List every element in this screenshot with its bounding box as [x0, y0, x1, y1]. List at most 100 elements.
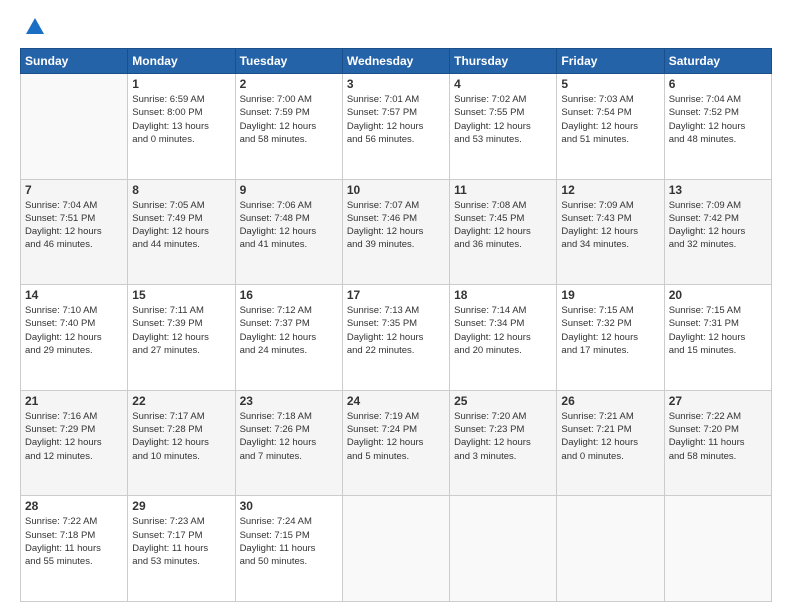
calendar-cell: 25 Sunrise: 7:20 AMSunset: 7:23 PMDayligh…	[450, 390, 557, 496]
day-number: 20	[669, 288, 767, 302]
day-number: 3	[347, 77, 445, 91]
calendar-cell: 3 Sunrise: 7:01 AMSunset: 7:57 PMDaylight…	[342, 74, 449, 180]
day-info: Sunrise: 7:24 AMSunset: 7:15 PMDaylight:…	[240, 515, 338, 568]
logo	[20, 16, 46, 38]
calendar-cell: 7 Sunrise: 7:04 AMSunset: 7:51 PMDaylight…	[21, 179, 128, 285]
calendar-cell: 10 Sunrise: 7:07 AMSunset: 7:46 PMDayligh…	[342, 179, 449, 285]
day-number: 28	[25, 499, 123, 513]
calendar-cell: 13Sunrise: 7:09 AMSunset: 7:42 PMDayligh…	[664, 179, 771, 285]
calendar-cell: 20Sunrise: 7:15 AMSunset: 7:31 PMDayligh…	[664, 285, 771, 391]
calendar-cell: 27 Sunrise: 7:22 AMSunset: 7:20 PMDayligh…	[664, 390, 771, 496]
day-info: Sunrise: 7:17 AMSunset: 7:28 PMDaylight:…	[132, 410, 230, 463]
calendar-cell	[342, 496, 449, 602]
day-number: 8	[132, 183, 230, 197]
day-info: Sunrise: 7:06 AMSunset: 7:48 PMDaylight:…	[240, 199, 338, 252]
page: SundayMondayTuesdayWednesdayThursdayFrid…	[0, 0, 792, 612]
calendar-header: SundayMondayTuesdayWednesdayThursdayFrid…	[21, 49, 772, 74]
calendar-cell: 17 Sunrise: 7:13 AMSunset: 7:35 PMDayligh…	[342, 285, 449, 391]
day-info: Sunrise: 7:21 AMSunset: 7:21 PMDaylight:…	[561, 410, 659, 463]
calendar-cell: 18 Sunrise: 7:14 AMSunset: 7:34 PMDayligh…	[450, 285, 557, 391]
calendar-cell: 14 Sunrise: 7:10 AMSunset: 7:40 PMDayligh…	[21, 285, 128, 391]
day-info: Sunrise: 7:18 AMSunset: 7:26 PMDaylight:…	[240, 410, 338, 463]
calendar-cell: 2 Sunrise: 7:00 AMSunset: 7:59 PMDaylight…	[235, 74, 342, 180]
day-info: Sunrise: 7:22 AMSunset: 7:18 PMDaylight:…	[25, 515, 123, 568]
day-number: 11	[454, 183, 552, 197]
calendar-cell: 19 Sunrise: 7:15 AMSunset: 7:32 PMDayligh…	[557, 285, 664, 391]
calendar-cell	[664, 496, 771, 602]
calendar-cell: 15 Sunrise: 7:11 AMSunset: 7:39 PMDayligh…	[128, 285, 235, 391]
calendar-body: 1 Sunrise: 6:59 AMSunset: 8:00 PMDaylight…	[21, 74, 772, 602]
day-info: Sunrise: 7:03 AMSunset: 7:54 PMDaylight:…	[561, 93, 659, 146]
day-number: 7	[25, 183, 123, 197]
calendar-cell: 8 Sunrise: 7:05 AMSunset: 7:49 PMDaylight…	[128, 179, 235, 285]
header	[20, 16, 772, 38]
calendar-cell	[21, 74, 128, 180]
weekday-header-tuesday: Tuesday	[235, 49, 342, 74]
calendar-week-row: 21 Sunrise: 7:16 AMSunset: 7:29 PMDayligh…	[21, 390, 772, 496]
day-number: 2	[240, 77, 338, 91]
calendar-cell: 23Sunrise: 7:18 AMSunset: 7:26 PMDayligh…	[235, 390, 342, 496]
day-info: Sunrise: 7:09 AMSunset: 7:43 PMDaylight:…	[561, 199, 659, 252]
day-info: Sunrise: 7:12 AMSunset: 7:37 PMDaylight:…	[240, 304, 338, 357]
calendar-cell: 5 Sunrise: 7:03 AMSunset: 7:54 PMDaylight…	[557, 74, 664, 180]
day-number: 27	[669, 394, 767, 408]
calendar-week-row: 28 Sunrise: 7:22 AMSunset: 7:18 PMDayligh…	[21, 496, 772, 602]
calendar-cell: 6 Sunrise: 7:04 AMSunset: 7:52 PMDaylight…	[664, 74, 771, 180]
day-info: Sunrise: 7:23 AMSunset: 7:17 PMDaylight:…	[132, 515, 230, 568]
day-info: Sunrise: 7:04 AMSunset: 7:51 PMDaylight:…	[25, 199, 123, 252]
day-info: Sunrise: 7:11 AMSunset: 7:39 PMDaylight:…	[132, 304, 230, 357]
calendar-week-row: 1 Sunrise: 6:59 AMSunset: 8:00 PMDaylight…	[21, 74, 772, 180]
day-info: Sunrise: 6:59 AMSunset: 8:00 PMDaylight:…	[132, 93, 230, 146]
calendar-cell: 22 Sunrise: 7:17 AMSunset: 7:28 PMDayligh…	[128, 390, 235, 496]
day-number: 16	[240, 288, 338, 302]
day-number: 24	[347, 394, 445, 408]
calendar-week-row: 7 Sunrise: 7:04 AMSunset: 7:51 PMDaylight…	[21, 179, 772, 285]
day-number: 15	[132, 288, 230, 302]
calendar-cell: 26 Sunrise: 7:21 AMSunset: 7:21 PMDayligh…	[557, 390, 664, 496]
day-number: 1	[132, 77, 230, 91]
calendar-cell: 30Sunrise: 7:24 AMSunset: 7:15 PMDayligh…	[235, 496, 342, 602]
weekday-header-row: SundayMondayTuesdayWednesdayThursdayFrid…	[21, 49, 772, 74]
weekday-header-sunday: Sunday	[21, 49, 128, 74]
day-number: 17	[347, 288, 445, 302]
logo-icon	[24, 16, 46, 38]
day-number: 4	[454, 77, 552, 91]
day-info: Sunrise: 7:10 AMSunset: 7:40 PMDaylight:…	[25, 304, 123, 357]
day-info: Sunrise: 7:13 AMSunset: 7:35 PMDaylight:…	[347, 304, 445, 357]
day-number: 21	[25, 394, 123, 408]
day-number: 19	[561, 288, 659, 302]
weekday-header-wednesday: Wednesday	[342, 49, 449, 74]
day-info: Sunrise: 7:22 AMSunset: 7:20 PMDaylight:…	[669, 410, 767, 463]
day-info: Sunrise: 7:07 AMSunset: 7:46 PMDaylight:…	[347, 199, 445, 252]
day-info: Sunrise: 7:02 AMSunset: 7:55 PMDaylight:…	[454, 93, 552, 146]
calendar-cell: 24 Sunrise: 7:19 AMSunset: 7:24 PMDayligh…	[342, 390, 449, 496]
day-number: 29	[132, 499, 230, 513]
day-info: Sunrise: 7:19 AMSunset: 7:24 PMDaylight:…	[347, 410, 445, 463]
day-info: Sunrise: 7:08 AMSunset: 7:45 PMDaylight:…	[454, 199, 552, 252]
day-info: Sunrise: 7:16 AMSunset: 7:29 PMDaylight:…	[25, 410, 123, 463]
day-number: 5	[561, 77, 659, 91]
day-number: 26	[561, 394, 659, 408]
day-number: 14	[25, 288, 123, 302]
weekday-header-friday: Friday	[557, 49, 664, 74]
day-info: Sunrise: 7:01 AMSunset: 7:57 PMDaylight:…	[347, 93, 445, 146]
day-info: Sunrise: 7:00 AMSunset: 7:59 PMDaylight:…	[240, 93, 338, 146]
calendar-cell: 21 Sunrise: 7:16 AMSunset: 7:29 PMDayligh…	[21, 390, 128, 496]
day-info: Sunrise: 7:14 AMSunset: 7:34 PMDaylight:…	[454, 304, 552, 357]
day-info: Sunrise: 7:15 AMSunset: 7:32 PMDaylight:…	[561, 304, 659, 357]
day-number: 25	[454, 394, 552, 408]
calendar-cell: 9Sunrise: 7:06 AMSunset: 7:48 PMDaylight…	[235, 179, 342, 285]
logo-area	[20, 16, 46, 38]
day-info: Sunrise: 7:20 AMSunset: 7:23 PMDaylight:…	[454, 410, 552, 463]
day-info: Sunrise: 7:04 AMSunset: 7:52 PMDaylight:…	[669, 93, 767, 146]
day-info: Sunrise: 7:05 AMSunset: 7:49 PMDaylight:…	[132, 199, 230, 252]
day-number: 13	[669, 183, 767, 197]
day-number: 6	[669, 77, 767, 91]
day-number: 10	[347, 183, 445, 197]
calendar-cell: 1 Sunrise: 6:59 AMSunset: 8:00 PMDaylight…	[128, 74, 235, 180]
calendar-cell: 12Sunrise: 7:09 AMSunset: 7:43 PMDayligh…	[557, 179, 664, 285]
day-number: 18	[454, 288, 552, 302]
calendar-cell: 28 Sunrise: 7:22 AMSunset: 7:18 PMDayligh…	[21, 496, 128, 602]
day-number: 22	[132, 394, 230, 408]
weekday-header-thursday: Thursday	[450, 49, 557, 74]
